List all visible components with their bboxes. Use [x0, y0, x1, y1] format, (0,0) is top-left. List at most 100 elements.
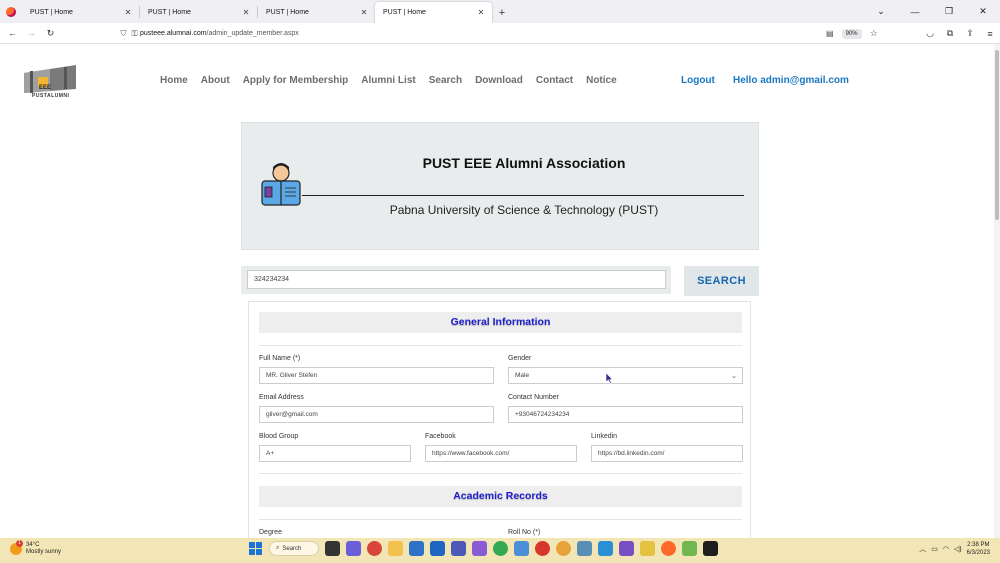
new-tab-button[interactable]: + — [492, 2, 512, 23]
tab-2[interactable]: PUST | Home ✕ — [140, 2, 257, 23]
browser-tab-strip: PUST | Home ✕ PUST | Home ✕ PUST | Home … — [0, 0, 1000, 23]
task-view-icon[interactable] — [325, 541, 340, 556]
menu-item-notice[interactable]: Notice — [586, 75, 617, 86]
close-icon[interactable]: ✕ — [476, 8, 486, 17]
url-bar[interactable]: ⛉ ⚿ pusteee.alumnai.com/admin_update_mem… — [118, 25, 884, 42]
search-container — [241, 266, 671, 294]
zoom-level-badge[interactable]: 90% — [841, 28, 862, 39]
scrollbar-thumb[interactable] — [995, 50, 999, 220]
window-close-icon[interactable]: ✕ — [966, 6, 1000, 17]
site-logo[interactable]: EEE PUSTALUMNI — [20, 63, 80, 103]
email-input[interactable]: gliver@gmail.com — [259, 406, 494, 423]
close-icon[interactable]: ✕ — [241, 8, 251, 17]
app-icon[interactable] — [514, 541, 529, 556]
chrome-profile-icon[interactable] — [493, 541, 508, 556]
user-greeting[interactable]: Hello admin@gmail.com — [733, 75, 849, 86]
divider — [259, 473, 742, 474]
volume-icon[interactable]: ◁) — [954, 545, 962, 553]
windows-start-icon[interactable] — [248, 541, 263, 556]
menu-hamburger-icon[interactable]: ≡ — [980, 29, 1000, 39]
file-explorer-icon[interactable] — [388, 541, 403, 556]
full-name-label: Full Name (*) — [259, 355, 301, 362]
tool-icon[interactable] — [472, 541, 487, 556]
forward-arrow-icon[interactable]: → — [22, 28, 41, 38]
browser-nav-bar: ← → ↻ ⛉ ⚿ pusteee.alumnai.com/admin_upda… — [0, 23, 1000, 44]
app-red-icon[interactable] — [535, 541, 550, 556]
blood-group-label: Blood Group — [259, 433, 299, 440]
menu-item-about[interactable]: About — [201, 75, 230, 86]
chat-icon[interactable] — [346, 541, 361, 556]
logo-text: PUSTALUMNI — [32, 93, 70, 99]
mouse-cursor-icon — [606, 373, 614, 384]
tab-title: PUST | Home — [30, 9, 73, 16]
sun-icon: 1 — [10, 540, 23, 555]
tray-chevron-up-icon[interactable]: ︿ — [919, 544, 926, 554]
minimize-icon[interactable]: — — [898, 7, 932, 17]
page-scrollbar[interactable] — [994, 44, 1000, 538]
tab-3[interactable]: PUST | Home ✕ — [258, 2, 375, 23]
taskbar-search[interactable]: ⌕ Search — [269, 541, 319, 556]
notes-app-icon[interactable] — [682, 541, 697, 556]
roll-no-label: Roll No (*) — [508, 529, 541, 536]
pocket-icon[interactable]: ◡ — [920, 28, 940, 39]
blood-group-input[interactable]: A+ — [259, 445, 411, 462]
contact-number-label: Contact Number — [508, 394, 559, 401]
wifi-icon[interactable]: ◠ — [943, 545, 949, 553]
media-app-icon[interactable] — [640, 541, 655, 556]
degree-label: Degree — [259, 529, 282, 536]
search-button[interactable]: SEARCH — [684, 266, 759, 296]
vscode-icon[interactable] — [598, 541, 613, 556]
divider — [259, 345, 742, 346]
close-icon[interactable]: ✕ — [359, 8, 369, 17]
bookmark-star-icon[interactable]: ☆ — [870, 28, 878, 39]
chrome-icon[interactable] — [367, 541, 382, 556]
url-host: pusteee.alumnai.com — [140, 30, 207, 37]
student-reading-icon — [261, 163, 301, 206]
menu-item-search[interactable]: Search — [429, 75, 462, 86]
menu-item-apply[interactable]: Apply for Membership — [243, 75, 349, 86]
banner-subtitle: Pabna University of Science & Technology… — [389, 203, 659, 217]
chevron-down-icon: ⌄ — [731, 373, 737, 380]
menu-item-contact[interactable]: Contact — [536, 75, 573, 86]
menu-item-download[interactable]: Download — [475, 75, 523, 86]
gender-selected-value: Male — [515, 372, 530, 379]
linkedin-input[interactable]: https://bd.linkedin.com/ — [591, 445, 743, 462]
firefox-taskbar-icon[interactable] — [661, 541, 676, 556]
member-search-input[interactable] — [247, 270, 666, 289]
tab-list-chevron-icon[interactable]: ⌄ — [864, 6, 898, 17]
reload-icon[interactable]: ↻ — [41, 28, 60, 39]
contact-number-input[interactable]: +93046724234234 — [508, 406, 743, 423]
teams-icon[interactable] — [451, 541, 466, 556]
shield-icon[interactable]: ⛉ — [118, 29, 129, 39]
facebook-input[interactable]: https://www.facebook.com/ — [425, 445, 577, 462]
reader-view-icon[interactable]: ▤ — [826, 29, 834, 38]
extensions-icon[interactable]: ⧉ — [940, 28, 960, 39]
visual-studio-icon[interactable] — [619, 541, 634, 556]
back-arrow-icon[interactable]: ← — [3, 28, 22, 38]
menu-item-home[interactable]: Home — [160, 75, 188, 86]
chrome-alt-icon[interactable] — [556, 541, 571, 556]
url-path: /admin_update_member.aspx — [206, 30, 299, 37]
network-app-icon[interactable] — [577, 541, 592, 556]
url-bar-actions: ▤ 90% ☆ — [826, 26, 878, 41]
tab-4-active[interactable]: PUST | Home ✕ — [375, 2, 492, 23]
tab-title: PUST | Home — [383, 9, 426, 16]
share-icon[interactable]: ⇪ — [960, 28, 980, 39]
battery-icon[interactable]: ▭ — [931, 545, 938, 553]
terminal-icon[interactable] — [703, 541, 718, 556]
full-name-input[interactable]: MR. Gliver Stefen — [259, 367, 494, 384]
system-clock[interactable]: 2:38 PM 6/3/2023 — [967, 541, 990, 557]
divider — [259, 519, 742, 520]
outlook-icon[interactable] — [430, 541, 445, 556]
clock-time: 2:38 PM — [967, 542, 990, 548]
weather-widget[interactable]: 1 34°C Mostly sunny — [10, 540, 61, 556]
lock-icon[interactable]: ⚿ — [129, 29, 140, 39]
tab-1[interactable]: PUST | Home ✕ — [22, 2, 139, 23]
member-update-form: General Information Full Name (*) MR. Gl… — [248, 301, 751, 538]
gender-select[interactable]: Male ⌄ — [508, 367, 743, 384]
close-icon[interactable]: ✕ — [123, 8, 133, 17]
menu-item-alumni-list[interactable]: Alumni List — [361, 75, 415, 86]
restore-icon[interactable]: ❐ — [932, 6, 966, 17]
logout-link[interactable]: Logout — [681, 75, 715, 86]
store-icon[interactable] — [409, 541, 424, 556]
